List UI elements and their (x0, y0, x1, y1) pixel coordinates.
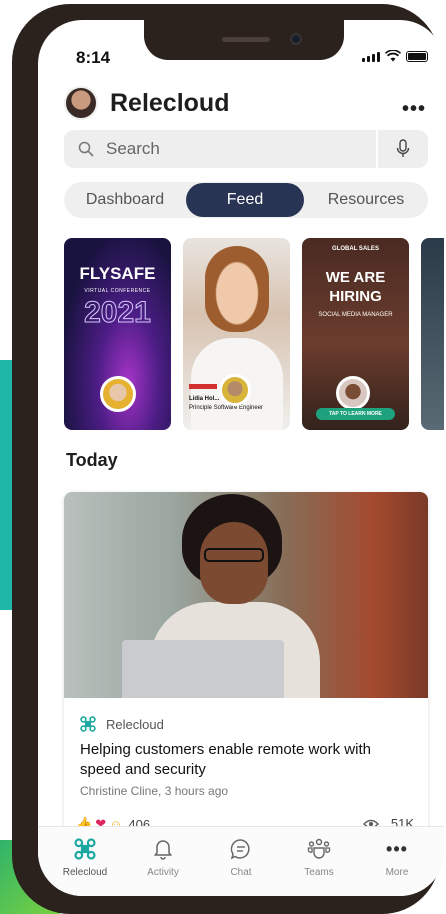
story-card-meet-team[interactable]: Lidia Hol... Principle Software Engineer (183, 238, 290, 430)
story-photo-person (205, 246, 269, 332)
profile-avatar[interactable] (64, 86, 98, 120)
story-person-role: Principle Software Engineer (189, 405, 264, 411)
section-title-today: Today (66, 450, 118, 470)
tab-dashboard[interactable]: Dashboard (64, 183, 186, 217)
story-card-flysafe[interactable]: FLYSAFE VIRTUAL CONFERENCE 2021 (64, 238, 171, 430)
story-topline: GLOBAL SALES (332, 246, 379, 252)
bell-icon (151, 837, 175, 861)
story-card-hiring[interactable]: GLOBAL SALES WE ARE HIRING SOCIAL MEDIA … (302, 238, 409, 430)
stories-carousel: FLYSAFE VIRTUAL CONFERENCE 2021 Lidia Ho… (64, 238, 444, 430)
nav-label: More (385, 867, 409, 878)
search-placeholder: Search (106, 139, 160, 158)
story-tag (189, 384, 217, 389)
tab-bar: Dashboard Feed Resources (64, 182, 428, 218)
search-bar[interactable]: Search (64, 130, 376, 168)
battery-icon (406, 51, 428, 62)
nav-label: Relecloud (62, 867, 108, 878)
story-cta: TAP TO LEARN MORE (316, 408, 395, 420)
story-subtitle: SOCIAL MEDIA MANAGER (318, 312, 393, 318)
app-title: Relecloud (110, 88, 230, 117)
phone-screen: 8:14 Relecloud ••• Search Dashboard Feed… (38, 20, 444, 896)
phone-frame: 8:14 Relecloud ••• Search Dashboard Feed… (12, 4, 444, 914)
nav-label: Activity (147, 867, 179, 878)
speaker-grille (222, 37, 270, 42)
app-header: Relecloud (64, 86, 229, 120)
nav-item-relecloud[interactable]: Relecloud (46, 827, 124, 896)
story-person-name: Lidia Hol... (189, 396, 220, 402)
post-headline[interactable]: Helping customers enable remote work wit… (80, 740, 410, 780)
status-time: 8:14 (76, 48, 111, 67)
phone-notch (144, 20, 344, 60)
nav-item-activity[interactable]: Activity (124, 827, 202, 896)
status-icons (362, 50, 428, 62)
chat-icon (229, 837, 253, 861)
more-options-icon[interactable]: ••• (402, 98, 426, 121)
search-icon (78, 141, 94, 157)
post-source-name: Relecloud (106, 716, 164, 732)
relecloud-logo-icon (80, 716, 96, 732)
post-image-glasses (204, 548, 264, 562)
wifi-icon (385, 50, 401, 62)
story-title: FLYSAFE (79, 264, 156, 283)
story-year: 2021 (84, 296, 152, 330)
post-image-face (200, 522, 268, 604)
nav-label: Chat (230, 867, 252, 878)
post-source: Relecloud (80, 716, 164, 732)
story-subtitle: VIRTUAL CONFERENCE (84, 288, 151, 294)
story-author-avatar (219, 374, 251, 406)
mic-button[interactable] (378, 130, 428, 168)
nav-item-more[interactable]: ••• More (358, 827, 436, 896)
microphone-icon (396, 139, 410, 157)
story-title: WE ARE HIRING (325, 269, 386, 305)
post-image-laptop (122, 640, 284, 698)
post-meta: Christine Cline, 3 hours ago (80, 784, 229, 798)
teams-icon (307, 837, 331, 861)
story-author-avatar (100, 376, 136, 412)
relecloud-icon (73, 837, 97, 861)
signal-icon (362, 52, 380, 62)
tab-feed[interactable]: Feed (186, 183, 304, 217)
post-image (64, 492, 428, 698)
bottom-nav: Relecloud Activity Chat Teams ••• More (38, 826, 444, 896)
story-card-partial[interactable] (421, 238, 444, 430)
nav-item-teams[interactable]: Teams (280, 827, 358, 896)
tab-resources[interactable]: Resources (304, 183, 428, 217)
nav-label: Teams (304, 867, 334, 878)
nav-item-chat[interactable]: Chat (202, 827, 280, 896)
more-icon: ••• (386, 838, 408, 859)
story-author-avatar (336, 376, 370, 410)
feed-post-card[interactable]: Relecloud Helping customers enable remot… (64, 492, 428, 842)
front-camera (290, 33, 302, 45)
